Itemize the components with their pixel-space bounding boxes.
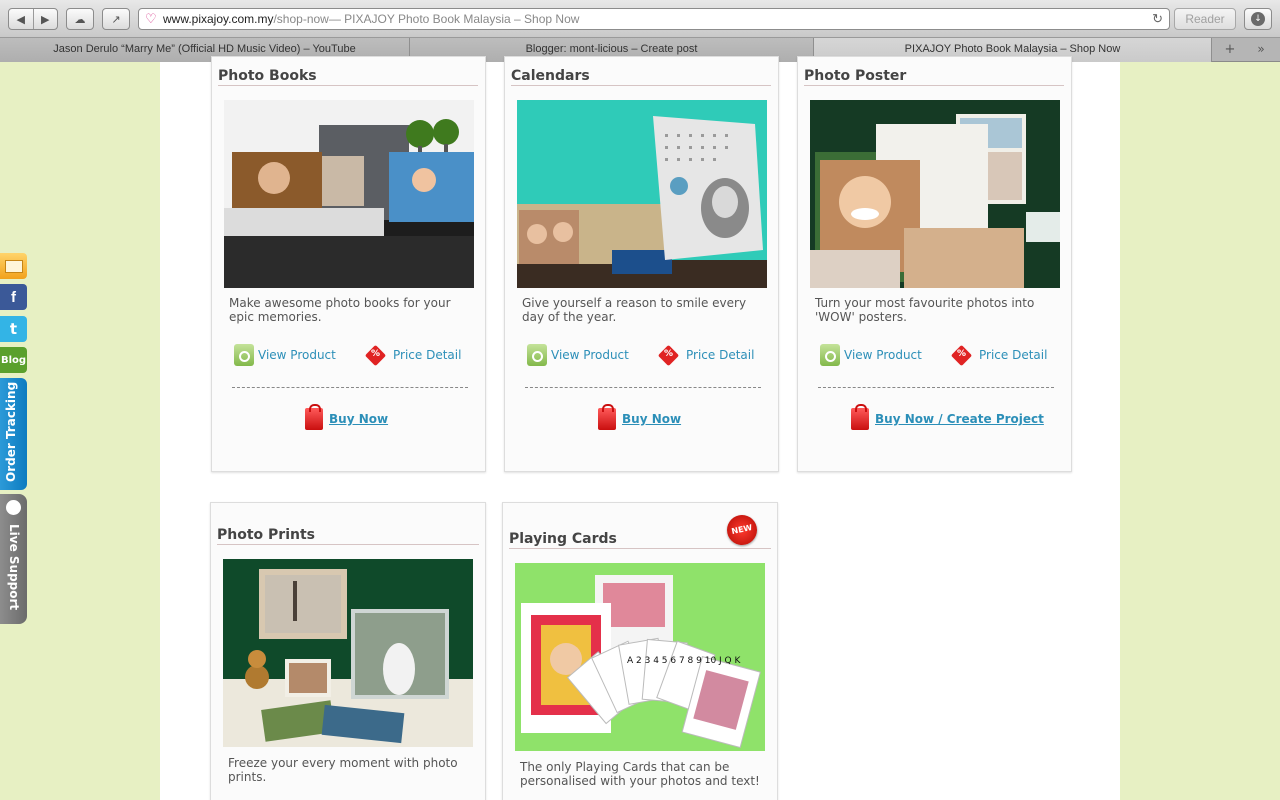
product-image-photo-poster[interactable] [810,100,1060,288]
product-title: Photo Books [218,68,478,86]
product-card-calendars: Calendars Give yourself a reason to smil… [504,56,779,472]
product-title: Photo Poster [804,68,1064,86]
page-content: Photo Books Make awesome photo books for… [160,56,1120,800]
buy-now-link[interactable]: Buy Now [305,404,389,430]
address-bar[interactable]: ♡ www.pixajoy.com.my/shop-now— PIXAJOY P… [138,8,1170,30]
view-product-label: View Product [258,348,336,362]
magnifier-icon [527,344,547,366]
product-card-photo-prints: Photo Prints Freeze your every moment wi… [210,502,486,800]
download-icon: ↓ [1251,12,1265,26]
email-share-button[interactable] [0,253,27,279]
buy-now-label: Buy Now [622,412,682,426]
product-image-photo-prints[interactable] [223,559,473,747]
price-detail-link[interactable]: Price Detail [658,344,754,366]
product-image-photo-books[interactable] [224,100,474,288]
envelope-icon [4,259,23,273]
magnifier-icon [820,344,840,366]
buy-now-create-project-label: Buy Now / Create Project [875,412,1044,426]
view-product-label: View Product [551,348,629,362]
twitter-button[interactable]: t [0,316,27,342]
price-detail-label: Price Detail [393,348,462,362]
order-tracking-tab[interactable]: Order Tracking [0,378,27,490]
product-card-playing-cards: NEW Playing Cards A 2 3 4 5 6 7 8 9 10 J… [502,502,778,800]
buy-now-create-project-link[interactable]: Buy Now / Create Project [851,404,1044,430]
blog-button[interactable]: Blog [0,347,27,373]
price-detail-link[interactable]: Price Detail [951,344,1047,366]
cloud-icon: ☁ [74,12,86,26]
view-product-label: View Product [844,348,922,362]
price-detail-label: Price Detail [979,348,1048,362]
more-tabs-button[interactable]: » [1250,41,1272,59]
url-page-title: — PIXAJOY Photo Book Malaysia – Shop Now [328,12,580,26]
buy-now-label: Buy Now [329,412,389,426]
live-support-label: Live Support [7,524,21,611]
downloads-button[interactable]: ↓ [1244,8,1272,30]
facebook-button[interactable]: f [0,284,27,310]
view-product-link[interactable]: View Product [234,344,336,366]
product-description: Turn your most favourite photos into 'WO… [815,296,1035,324]
forward-arrow-icon[interactable]: ▶ [34,13,58,26]
back-forward-buttons[interactable]: ◀ ▶ [8,8,58,30]
buy-now-link[interactable]: Buy Now [598,404,682,430]
product-card-photo-books: Photo Books Make awesome photo books for… [211,56,486,472]
url-host: www.pixajoy.com.my [163,12,274,26]
product-description: Freeze your every moment with photo prin… [228,756,458,784]
shopping-bag-icon [598,404,616,430]
reload-icon[interactable]: ↻ [1152,9,1163,29]
card-ranks: A 2 3 4 5 6 7 8 9 10 J Q K [627,656,741,666]
order-tracking-label: Order Tracking [4,381,18,482]
product-description: The only Playing Cards that can be perso… [520,760,760,788]
chat-icon [6,500,21,515]
product-description: Give yourself a reason to smile every da… [522,296,747,324]
product-card-photo-poster: Photo Poster Turn your most favourite ph… [797,56,1072,472]
new-tab-button[interactable]: + [1218,41,1242,59]
share-button[interactable]: ↗ [102,8,130,30]
divider [232,387,468,388]
product-title: Playing Cards [509,531,771,549]
price-detail-link[interactable]: Price Detail [365,344,461,366]
price-tag-icon [365,344,389,366]
live-support-tab[interactable]: Live Support [0,494,27,624]
price-detail-label: Price Detail [686,348,755,362]
url-path: /shop-now [273,12,329,26]
shopping-bag-icon [305,404,323,430]
product-title: Calendars [511,68,771,86]
view-product-link[interactable]: View Product [820,344,922,366]
magnifier-icon [234,344,254,366]
price-tag-icon [658,344,682,366]
site-favicon-heart-icon: ♡ [145,11,157,26]
product-image-calendars[interactable] [517,100,767,288]
product-image-playing-cards[interactable]: A 2 3 4 5 6 7 8 9 10 J Q K [515,563,765,751]
reader-button[interactable]: Reader [1174,8,1236,30]
browser-toolbar: ◀ ▶ ☁ ↗ ♡ www.pixajoy.com.my/shop-now— PI… [0,0,1280,38]
divider [818,387,1054,388]
divider [525,387,761,388]
icloud-tabs-button[interactable]: ☁ [66,8,94,30]
product-description: Make awesome photo books for your epic m… [229,296,451,324]
share-icon: ↗ [111,12,121,26]
view-product-link[interactable]: View Product [527,344,629,366]
back-arrow-icon[interactable]: ◀ [9,13,33,26]
price-tag-icon [951,344,975,366]
product-title: Photo Prints [217,527,479,545]
shopping-bag-icon [851,404,869,430]
